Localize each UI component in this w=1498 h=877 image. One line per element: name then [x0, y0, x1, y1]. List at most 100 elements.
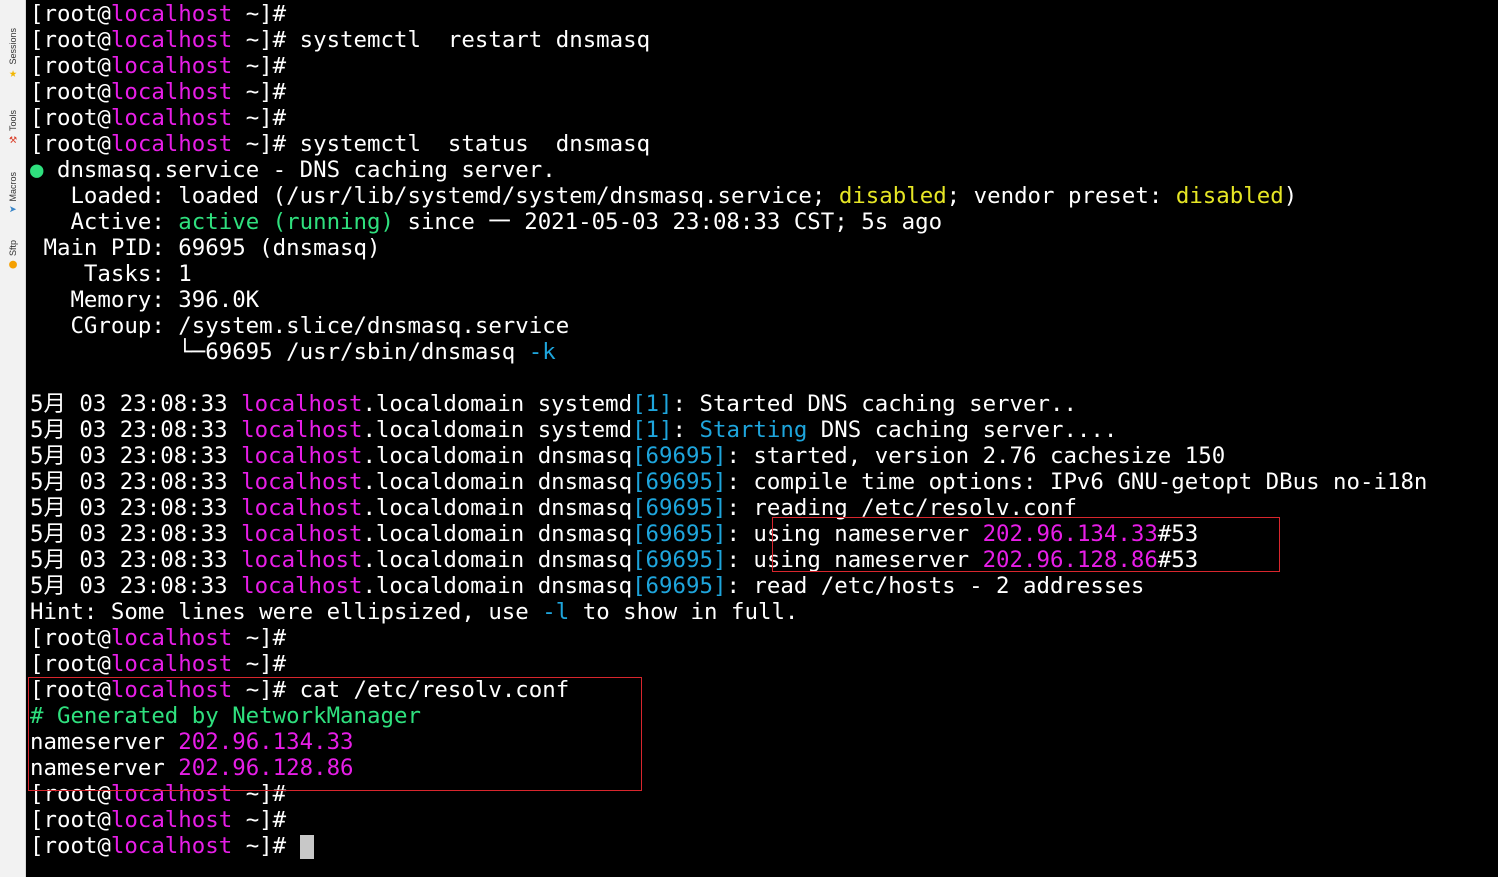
terminal-text-segment: [root@: [30, 677, 111, 703]
terminal-text-segment: .localdomain dnsmasq: [362, 521, 633, 547]
terminal-line: [root@localhost ~]#: [30, 1, 1427, 27]
terminal-text-segment: : using nameserver: [726, 521, 983, 547]
terminal-text-segment: localhost: [241, 443, 363, 469]
terminal-text-segment: [root@: [30, 651, 111, 677]
terminal-text-segment: [root@: [30, 105, 111, 131]
sidebar-tab-macros[interactable]: Macros ➤: [3, 172, 23, 220]
terminal-text-segment: Memory: 396.0K: [30, 287, 260, 313]
terminal-text-segment: Hint: Some lines were ellipsized, use: [30, 599, 543, 625]
terminal-text-segment: .localdomain dnsmasq: [362, 547, 633, 573]
sidebar-tab-sessions[interactable]: Sessions ★: [3, 28, 23, 83]
terminal-cursor: [299, 834, 314, 859]
terminal-text-segment: .localdomain systemd: [362, 417, 633, 443]
terminal-text-segment: 202.96.134.33: [178, 729, 354, 755]
terminal-text-segment: localhost: [110, 105, 233, 131]
terminal-text-segment: Loaded: loaded (/usr/lib/systemd/system/…: [30, 183, 839, 209]
terminal-text-segment: ~]#: [232, 1, 287, 27]
terminal-text-segment: localhost: [110, 781, 233, 807]
terminal-text-segment: ; vendor preset:: [946, 183, 1176, 209]
macros-icon: ➤: [9, 202, 17, 218]
terminal-text-segment: localhost: [110, 625, 233, 651]
terminal-text-segment: .localdomain dnsmasq: [362, 443, 633, 469]
terminal-text-segment: #53: [1157, 521, 1199, 547]
terminal-text-segment: 202.96.128.86: [178, 755, 354, 781]
terminal-line: 5月 03 23:08:33 localhost.localdomain sys…: [30, 391, 1427, 417]
terminal-text-segment: localhost: [110, 833, 233, 859]
terminal-text-segment: ●: [30, 157, 44, 183]
terminal-text-segment: [root@: [30, 833, 111, 859]
terminal-line: [root@localhost ~]# systemctl status dns…: [30, 131, 1427, 157]
sidebar-tab-sftp[interactable]: Sftp ●: [3, 240, 23, 274]
terminal-text-segment: [69695]: [632, 573, 727, 599]
terminal-line: [root@localhost ~]# systemctl restart dn…: [30, 27, 1427, 53]
sidebar-tab-tools[interactable]: Tools ⚒: [3, 110, 23, 149]
terminal-text-segment: [root@: [30, 131, 111, 157]
terminal-line: 5月 03 23:08:33 localhost.localdomain dns…: [30, 443, 1427, 469]
terminal-line: 5月 03 23:08:33 localhost.localdomain dns…: [30, 469, 1427, 495]
terminal-text-segment: 202.96.128.86: [982, 547, 1158, 573]
terminal-text-segment: 5月 03 23:08:33: [30, 495, 242, 521]
terminal-text-segment: [root@: [30, 27, 111, 53]
terminal-text-segment: [root@: [30, 53, 111, 79]
terminal-line: 5月 03 23:08:33 localhost.localdomain sys…: [30, 417, 1427, 443]
terminal-text-segment: .localdomain dnsmasq: [362, 573, 633, 599]
terminal-line: [root@localhost ~]#: [30, 807, 1427, 833]
terminal-text-segment: localhost: [110, 53, 233, 79]
terminal-text-segment: : started, version 2.76 cachesize 150: [726, 443, 1226, 469]
terminal-line: [root@localhost ~]#: [30, 105, 1427, 131]
terminal-text-segment: ~]#: [232, 781, 287, 807]
terminal-line: # Generated by NetworkManager: [30, 703, 1427, 729]
terminal-text-segment: ~]# systemctl restart dnsmasq: [232, 27, 651, 53]
terminal-line: Memory: 396.0K: [30, 287, 1427, 313]
terminal-text-segment: -l: [542, 599, 570, 625]
sftp-icon: ●: [9, 257, 17, 273]
tools-icon: ⚒: [9, 132, 17, 148]
terminal-text-segment: [root@: [30, 807, 111, 833]
terminal-line: [root@localhost ~]#: [30, 53, 1427, 79]
terminal-text-segment: 5月 03 23:08:33: [30, 521, 242, 547]
terminal-line: Main PID: 69695 (dnsmasq): [30, 235, 1427, 261]
terminal-line: nameserver 202.96.128.86: [30, 755, 1427, 781]
terminal-line: 5月 03 23:08:33 localhost.localdomain dns…: [30, 495, 1427, 521]
terminal-text-segment: 202.96.134.33: [982, 521, 1158, 547]
terminal-text-segment: [root@: [30, 79, 111, 105]
terminal-text-segment: : Started DNS caching server..: [672, 391, 1077, 417]
terminal-line: Loaded: loaded (/usr/lib/systemd/system/…: [30, 183, 1427, 209]
terminal-text-segment: #53: [1157, 547, 1199, 573]
terminal-text-segment: localhost: [241, 547, 363, 573]
terminal-text-segment: ~]#: [232, 53, 287, 79]
terminal-text-segment: localhost: [241, 521, 363, 547]
terminal-window[interactable]: [root@localhost ~]# [root@localhost ~]# s…: [26, 0, 1498, 877]
terminal-text-segment: ~]#: [232, 651, 287, 677]
terminal-text-segment: .localdomain dnsmasq: [362, 469, 633, 495]
terminal-text-segment: disabled: [838, 183, 947, 209]
terminal-line: └─69695 /usr/sbin/dnsmasq -k: [30, 339, 1427, 365]
terminal-text-segment: [root@: [30, 781, 111, 807]
terminal-text-segment: to show in full.: [569, 599, 799, 625]
terminal-text-segment: [1]: [632, 417, 673, 443]
terminal-line: [root@localhost ~]# cat /etc/resolv.conf: [30, 677, 1427, 703]
terminal-line: 5月 03 23:08:33 localhost.localdomain dns…: [30, 521, 1427, 547]
terminal-line: [root@localhost ~]#: [30, 651, 1427, 677]
terminal-text-segment: ~]# systemctl status dnsmasq: [232, 131, 651, 157]
terminal-text-segment: localhost: [241, 469, 363, 495]
terminal-text-segment: Starting: [699, 417, 808, 443]
terminal-line: nameserver 202.96.134.33: [30, 729, 1427, 755]
terminal-text-segment: : compile time options: IPv6 GNU-getopt …: [726, 469, 1428, 495]
terminal-text-segment: localhost: [110, 1, 233, 27]
terminal-line: Tasks: 1: [30, 261, 1427, 287]
terminal-text-segment: ~]#: [232, 625, 287, 651]
terminal-text-segment: .localdomain systemd: [362, 391, 633, 417]
terminal-text-segment: [root@: [30, 625, 111, 651]
terminal-text-segment: localhost: [110, 27, 233, 53]
terminal-text-segment: [69695]: [632, 547, 727, 573]
terminal-text-segment: Tasks: 1: [30, 261, 192, 287]
side-toolbar: Sessions ★ Tools ⚒ Macros ➤ Sftp ●: [0, 0, 26, 877]
terminal-text-segment: localhost: [110, 79, 233, 105]
terminal-text-segment: -k: [528, 339, 556, 365]
terminal-text-segment: localhost: [110, 651, 233, 677]
terminal-text-segment: .localdomain dnsmasq: [362, 495, 633, 521]
terminal-text-segment: CGroup: /system.slice/dnsmasq.service: [30, 313, 570, 339]
terminal-text-segment: ~]#: [232, 807, 287, 833]
